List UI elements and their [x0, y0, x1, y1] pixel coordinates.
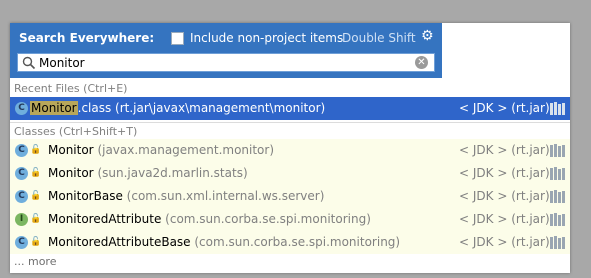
class-icon: C — [15, 236, 28, 249]
item-name: MonitoredAttribute (com.sun.corba.se.spi… — [48, 212, 371, 226]
class-icon: C — [15, 102, 28, 115]
lock-icon: 🔓 — [30, 214, 42, 224]
item-name: MonitorBase (com.sun.xml.internal.ws.ser… — [48, 189, 325, 203]
list-item[interactable]: C 🔓 Monitor (sun.java2d.marlin.stats) < … — [10, 162, 570, 185]
popup-title: Search Everywhere: — [19, 31, 155, 45]
search-field[interactable]: ✕ — [17, 53, 435, 72]
library-icon — [550, 213, 565, 226]
gear-icon[interactable]: ⚙ — [421, 28, 434, 44]
more-link[interactable]: ... more — [14, 255, 56, 268]
class-icon: C — [15, 167, 28, 180]
item-name: Monitor (sun.java2d.marlin.stats) — [48, 166, 248, 180]
lock-icon: 🔓 — [30, 145, 42, 155]
lock-icon: 🔓 — [30, 237, 42, 247]
lock-icon: 🔓 — [30, 191, 42, 201]
list-item[interactable]: I 🔓 MonitoredAttribute (com.sun.corba.se… — [10, 208, 570, 231]
item-package: (com.sun.corba.se.spi.monitoring) — [161, 212, 371, 226]
item-name: Monitor (javax.management.monitor) — [48, 143, 275, 157]
search-everywhere-popup: Search Everywhere: Include non-project i… — [10, 23, 570, 273]
include-non-project-checkbox[interactable] — [171, 32, 184, 45]
shortcut-hint: Double Shift — [342, 31, 416, 45]
item-name: MonitoredAttributeBase (com.sun.corba.se… — [48, 235, 401, 249]
item-package: (rt.jar\javax\management\monitor) — [111, 101, 326, 115]
include-non-project-label[interactable]: Include non-project items — [190, 31, 343, 45]
clear-search-icon[interactable]: ✕ — [415, 56, 428, 69]
search-input[interactable] — [39, 55, 409, 70]
class-icon: C — [15, 190, 28, 203]
library-icon — [550, 167, 565, 180]
search-icon — [22, 56, 36, 70]
lock-icon: 🔓 — [30, 168, 42, 178]
interface-icon: I — [15, 213, 28, 226]
section-header-recent-files: Recent Files (Ctrl+E) — [14, 82, 128, 95]
library-icon — [550, 144, 565, 157]
library-icon — [550, 102, 565, 115]
item-package: (com.sun.xml.internal.ws.server) — [122, 189, 325, 203]
item-package: (com.sun.corba.se.spi.monitoring) — [190, 235, 401, 249]
item-location: < JDK > (rt.jar) — [459, 212, 550, 226]
popup-header: Search Everywhere: Include non-project i… — [10, 23, 442, 78]
item-location: < JDK > (rt.jar) — [459, 235, 550, 249]
list-item[interactable]: C Monitor.class (rt.jar\javax\management… — [10, 97, 570, 120]
list-item[interactable]: C 🔓 MonitorBase (com.sun.xml.internal.ws… — [10, 185, 570, 208]
section-header-classes: Classes (Ctrl+Shift+T) — [10, 122, 570, 139]
item-package: (javax.management.monitor) — [93, 143, 275, 157]
item-location: < JDK > (rt.jar) — [459, 101, 550, 115]
list-item[interactable]: C 🔓 MonitoredAttributeBase (com.sun.corb… — [10, 231, 570, 254]
library-icon — [550, 190, 565, 203]
item-location: < JDK > (rt.jar) — [459, 143, 550, 157]
item-package: (sun.java2d.marlin.stats) — [93, 166, 248, 180]
item-location: < JDK > (rt.jar) — [459, 166, 550, 180]
item-name: Monitor.class (rt.jar\javax\management\m… — [30, 101, 326, 115]
item-location: < JDK > (rt.jar) — [459, 189, 550, 203]
list-item[interactable]: C 🔓 Monitor (javax.management.monitor) <… — [10, 139, 570, 162]
library-icon — [550, 236, 565, 249]
class-icon: C — [15, 144, 28, 157]
match-highlight: Monitor — [30, 101, 78, 115]
